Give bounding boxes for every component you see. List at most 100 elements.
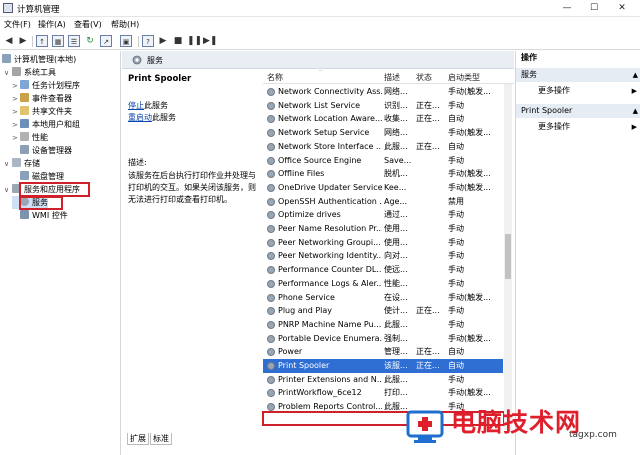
service-gear-icon	[267, 238, 275, 247]
service-row[interactable]: Network Connectivity Ass... 网络... 手动(触发...	[263, 85, 503, 99]
service-row[interactable]: Network Location Aware... 收集... 正在... 自动	[263, 112, 503, 126]
service-row[interactable]: Plug and Play 使计... 正在... 手动	[263, 304, 503, 318]
more-actions-services[interactable]: 更多操作 ▶	[516, 84, 640, 98]
service-name: OpenSSH Authentication ...	[278, 196, 382, 206]
column-status[interactable]: 状态	[416, 72, 432, 83]
properties-icon[interactable]: ▣	[120, 35, 132, 47]
device-manager-icon	[20, 145, 29, 154]
service-row[interactable]: OpenSSH Authentication ... Age... 禁用	[263, 195, 503, 209]
service-name: Power	[278, 347, 303, 357]
tree-item-device-manager[interactable]: 设备管理器	[12, 144, 72, 157]
forward-arrow-icon[interactable]: ▶	[17, 35, 29, 47]
service-row[interactable]: OneDrive Updater Service Kee... 手动(触发...	[263, 181, 503, 195]
column-description[interactable]: 描述	[384, 72, 400, 83]
service-row[interactable]: Portable Device Enumera... 强制... 手动(触发...	[263, 332, 503, 346]
service-description: 此服...	[384, 319, 408, 329]
service-row[interactable]: Printer Extensions and N... 此服... 手动	[263, 373, 503, 387]
service-row[interactable]: Offline Files 脱机... 手动(触发...	[263, 167, 503, 181]
gear-icon	[132, 55, 142, 65]
service-startup-type: 手动	[448, 306, 464, 316]
service-row[interactable]: Office Source Engine Save... 手动	[263, 154, 503, 168]
service-row[interactable]: Print Spooler 该服... 正在... 自动	[263, 359, 503, 373]
highlight-box-services-apps	[19, 182, 90, 197]
tree-item-storage[interactable]: ∨ 存储	[4, 157, 40, 170]
refresh-icon[interactable]: ↻	[84, 35, 96, 47]
service-startup-type: 手动	[448, 100, 464, 110]
actions-pane: 操作 服务 ▲ 更多操作 ▶ Print Spooler ▲ 更多操作 ▶	[515, 51, 640, 455]
service-row[interactable]: Network Setup Service 网络... 手动(触发...	[263, 126, 503, 140]
actions-group-print-spooler[interactable]: Print Spooler ▲	[516, 104, 640, 118]
list-view-icon[interactable]: ☰	[68, 35, 80, 47]
menu-bar: 文件(F) 操作(A) 查看(V) 帮助(H)	[0, 17, 640, 32]
menu-help[interactable]: 帮助(H)	[111, 19, 139, 30]
service-row[interactable]: PrintWorkflow_6ce12 打印... 手动(触发...	[263, 386, 503, 400]
services-pane: 服务 Print Spooler 停止此服务 重启动此服务 描述: 该服务在后台…	[122, 51, 514, 455]
service-description: 使远...	[384, 265, 408, 275]
tree-root[interactable]: 计算机管理(本地)	[2, 53, 76, 66]
actions-group-services[interactable]: 服务 ▲	[516, 68, 640, 82]
tree-item-wmi-control[interactable]: WMI 控件	[12, 209, 68, 222]
tree-item-event-viewer[interactable]: > 事件查看器	[12, 92, 72, 105]
export-icon[interactable]: ↗	[100, 35, 112, 47]
stop-service-icon[interactable]: ■	[172, 35, 184, 47]
service-startup-type: 禁用	[448, 196, 464, 206]
service-gear-icon	[267, 389, 275, 398]
column-startup-type[interactable]: 启动类型	[448, 72, 480, 83]
restart-service-icon[interactable]: ▶❚	[203, 35, 217, 47]
more-actions-print-spooler[interactable]: 更多操作 ▶	[516, 120, 640, 134]
service-row[interactable]: Optimize drives 通过... 手动	[263, 208, 503, 222]
service-description: 脱机...	[384, 169, 408, 179]
help-icon[interactable]: ?	[142, 35, 154, 47]
watermark-text: 电脑技术网	[451, 408, 582, 437]
back-arrow-icon[interactable]: ◀	[3, 35, 15, 47]
service-status: 正在...	[416, 306, 440, 316]
tab-extended[interactable]: 扩展	[127, 433, 149, 445]
service-description: 打印...	[384, 388, 408, 398]
tree-item-performance[interactable]: > 性能	[12, 131, 48, 144]
service-row[interactable]: Peer Networking Groupi... 使用... 手动	[263, 236, 503, 250]
service-row[interactable]: Peer Name Resolution Pr... 使用... 手动	[263, 222, 503, 236]
window-title: 计算机管理	[17, 5, 60, 15]
service-description: 网络...	[384, 128, 408, 138]
service-row[interactable]: Network List Service 识别... 正在... 手动	[263, 99, 503, 113]
service-startup-type: 手动(触发...	[448, 169, 491, 179]
vertical-scrollbar[interactable]	[504, 84, 512, 430]
restart-link[interactable]: 重启动	[128, 113, 152, 122]
service-name: Network Connectivity Ass...	[278, 87, 382, 96]
submenu-arrow-icon: ▶	[631, 123, 637, 131]
service-row[interactable]: Network Store Interface ... 此服... 正在... 自动	[263, 140, 503, 154]
service-row[interactable]: Peer Networking Identity... 向对... 手动	[263, 249, 503, 263]
tools-icon	[12, 67, 21, 76]
tree-item-system-tools[interactable]: ∨ 系统工具	[4, 66, 56, 79]
selected-service-name: Print Spooler	[128, 74, 192, 84]
up-folder-icon[interactable]: ↑	[36, 35, 48, 47]
column-name[interactable]: 名称	[267, 72, 283, 83]
tree-item-task-scheduler[interactable]: > 任务计划程序	[12, 79, 80, 92]
service-row[interactable]: Performance Counter DL... 使远... 手动	[263, 263, 503, 277]
tree-item-shared-folders[interactable]: > 共享文件夹	[12, 105, 72, 118]
tree-item-local-users[interactable]: > 本地用户和组	[12, 118, 80, 131]
service-row[interactable]: Power 管理... 正在... 自动	[263, 345, 503, 359]
console-tree-icon[interactable]: ▦	[52, 35, 64, 47]
service-description: 使用...	[384, 237, 408, 247]
service-row[interactable]: PNRP Machine Name Pu... 此服... 手动	[263, 318, 503, 332]
service-row[interactable]: Performance Logs & Aler... 性能... 手动	[263, 277, 503, 291]
service-name: Peer Name Resolution Pr...	[278, 224, 382, 233]
service-name: Office Source Engine	[278, 155, 362, 165]
minimize-button[interactable]: —	[553, 0, 581, 16]
service-gear-icon	[267, 320, 275, 329]
maximize-button[interactable]: ☐	[580, 0, 608, 16]
stop-link[interactable]: 停止	[128, 101, 144, 110]
menu-view[interactable]: 查看(V)	[74, 19, 102, 30]
scrollbar-thumb[interactable]	[505, 234, 511, 279]
menu-file[interactable]: 文件(F)	[4, 19, 31, 30]
menu-action[interactable]: 操作(A)	[38, 19, 66, 30]
service-name: Printer Extensions and N...	[278, 374, 382, 384]
start-service-icon[interactable]: ▶	[157, 35, 169, 47]
close-button[interactable]: ✕	[608, 0, 636, 16]
tab-standard[interactable]: 标准	[150, 433, 172, 445]
service-description: 管理...	[384, 347, 408, 357]
service-row[interactable]: Phone Service 在设... 手动(触发...	[263, 291, 503, 305]
service-name: Portable Device Enumera...	[278, 333, 382, 343]
pause-service-icon[interactable]: ❚❚	[187, 35, 202, 47]
